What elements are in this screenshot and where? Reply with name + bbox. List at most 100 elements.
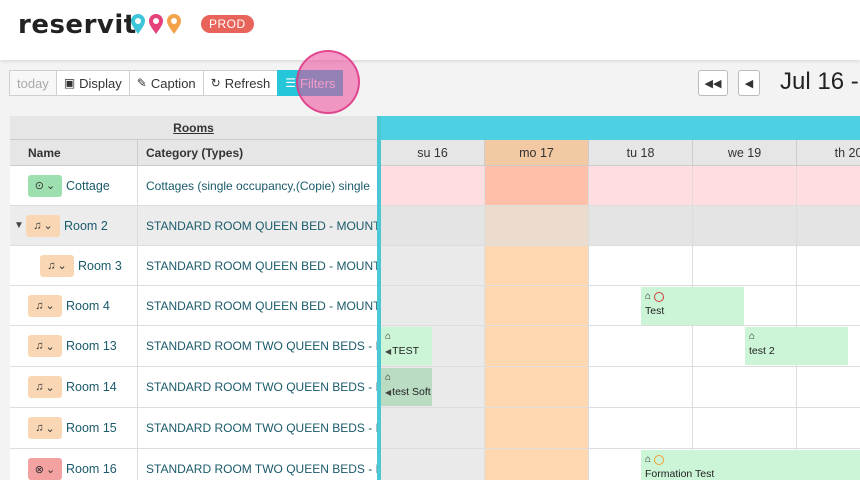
- room-status-toggle[interactable]: ⊙ ⌄: [28, 174, 62, 197]
- booking-block[interactable]: ⌂ ◀TEST: [381, 327, 432, 365]
- chevron-down-icon: ⌄: [45, 381, 55, 394]
- booking-block[interactable]: ⌂ ◀test Soft: [381, 368, 432, 406]
- booking-block[interactable]: ⌂ Formation Test: [641, 450, 860, 480]
- room-name[interactable]: Room 16: [66, 462, 117, 476]
- chevron-down-icon: ⌄: [45, 300, 55, 312]
- booking-label: test Soft: [392, 386, 431, 398]
- room-category: STANDARD ROOM TWO QUEEN BEDS - MOUNTAIN: [146, 421, 378, 435]
- room-name[interactable]: Room 15: [66, 421, 117, 435]
- grid-cell[interactable]: [797, 408, 860, 448]
- grid-cell[interactable]: [381, 449, 485, 480]
- booking-icons: ⌂: [645, 290, 740, 303]
- room-status-toggle[interactable]: ♫ ⌄: [28, 335, 62, 357]
- chevron-down-icon: ⌄: [46, 463, 56, 476]
- grid-cell[interactable]: [485, 326, 589, 366]
- grid-cell[interactable]: [797, 206, 860, 245]
- expand-triangle-icon[interactable]: ▼: [14, 220, 26, 231]
- caption-button[interactable]: ✎ Caption: [128, 70, 204, 96]
- room-status-toggle[interactable]: ♫ ⌄: [26, 214, 60, 237]
- grid-cell[interactable]: [485, 408, 589, 448]
- booking-block[interactable]: ⌂ Test: [641, 287, 744, 325]
- grid-row: [381, 206, 860, 246]
- room-name[interactable]: Room 4: [66, 299, 110, 313]
- grid-cell[interactable]: [797, 246, 860, 285]
- room-row[interactable]: ♫ ⌄ Room 13 STANDARD ROOM TWO QUEEN BEDS …: [10, 326, 378, 367]
- name-column-header[interactable]: Name: [10, 140, 138, 165]
- booking-block[interactable]: ⌂ test 2: [745, 327, 848, 365]
- grid-cell[interactable]: [485, 246, 589, 285]
- grid-cell[interactable]: [381, 206, 485, 245]
- grid-cell[interactable]: [589, 206, 693, 245]
- room-name[interactable]: Room 2: [64, 219, 108, 233]
- edit-icon: ✎: [136, 76, 147, 90]
- room-row[interactable]: ⊗ ⌄ Room 16 STANDARD ROOM TWO QUEEN BEDS …: [10, 449, 378, 480]
- grid-cell[interactable]: [485, 449, 589, 480]
- grid-cell[interactable]: [797, 286, 860, 325]
- room-row[interactable]: ♫ ⌄ Room 4 STANDARD ROOM QUEEN BED - MOUN…: [10, 286, 378, 326]
- grid-cell[interactable]: [693, 408, 797, 448]
- category-column-header[interactable]: Category (Types): [138, 140, 378, 165]
- previous-day-button[interactable]: ◀: [738, 70, 760, 96]
- day-header[interactable]: tu 18: [589, 140, 693, 165]
- grid-row: [381, 246, 860, 286]
- grid-cell[interactable]: [381, 166, 485, 205]
- grid-cell[interactable]: [381, 246, 485, 285]
- booking-label-row: ◀test Soft: [385, 386, 431, 398]
- display-label: Display: [79, 75, 122, 91]
- previous-week-button[interactable]: ◀◀: [698, 70, 728, 96]
- room-status-toggle[interactable]: ⊗ ⌄: [28, 458, 62, 480]
- room-row[interactable]: ♫ ⌄ Room 14 STANDARD ROOM TWO QUEEN BEDS …: [10, 367, 378, 408]
- grid-cell[interactable]: [485, 286, 589, 325]
- room-name[interactable]: Cottage: [66, 179, 110, 193]
- rooms-header-link[interactable]: Rooms: [173, 121, 214, 135]
- room-status-toggle[interactable]: ♫ ⌄: [28, 417, 62, 439]
- room-row[interactable]: ♫ ⌄ Room 15 STANDARD ROOM TWO QUEEN BEDS …: [10, 408, 378, 449]
- app-header: reservit PROD: [0, 0, 860, 60]
- grid-cell[interactable]: [381, 286, 485, 325]
- partial-payment-circle-icon: [654, 454, 665, 465]
- grid-cell[interactable]: [693, 206, 797, 245]
- grid-cell[interactable]: [589, 166, 693, 205]
- grid-cell[interactable]: [485, 166, 589, 205]
- check-circle-icon: ⊙: [34, 180, 44, 192]
- day-header[interactable]: su 16: [381, 140, 485, 165]
- filters-button[interactable]: ☰ Filters: [277, 70, 344, 96]
- room-name-cell: ♫ ⌄ Room 13: [10, 326, 138, 366]
- day-header[interactable]: th 20: [797, 140, 860, 165]
- chevron-down-icon: ⌄: [57, 260, 67, 272]
- grid-cell[interactable]: [693, 166, 797, 205]
- today-button[interactable]: today: [9, 70, 57, 96]
- day-header[interactable]: we 19: [693, 140, 797, 165]
- grid-cell[interactable]: [693, 246, 797, 285]
- room-row[interactable]: ⊙ ⌄ Cottage Cottages (single occupancy,(C…: [10, 166, 378, 206]
- room-status-toggle[interactable]: ♫ ⌄: [40, 254, 74, 277]
- grid-cell[interactable]: [797, 166, 860, 205]
- room-name[interactable]: Room 14: [66, 380, 117, 394]
- room-status-toggle[interactable]: ♫ ⌄: [28, 376, 62, 398]
- room-status-toggle[interactable]: ♫ ⌄: [28, 294, 62, 317]
- day-header-today[interactable]: mo 17: [485, 140, 589, 165]
- grid-cell[interactable]: [589, 408, 693, 448]
- room-name[interactable]: Room 3: [78, 259, 122, 273]
- display-button[interactable]: ▣ Display: [55, 70, 130, 96]
- room-row[interactable]: ▼ ♫ ⌄ Room 2 STANDARD ROOM QUEEN BED - MO…: [10, 206, 378, 246]
- grid-cell[interactable]: [589, 246, 693, 285]
- refresh-button[interactable]: ↻ Refresh: [202, 70, 279, 96]
- app-logo[interactable]: reservit: [18, 10, 137, 40]
- grid-cell[interactable]: [797, 367, 860, 407]
- grid-cell[interactable]: [589, 326, 693, 366]
- bell-icon: ⌂: [385, 331, 392, 342]
- grid-cell[interactable]: [485, 206, 589, 245]
- chevron-down-icon: ⌄: [45, 340, 55, 353]
- room-row[interactable]: ♫ ⌄ Room 3 STANDARD ROOM QUEEN BED - MOUN…: [10, 246, 378, 286]
- grid-cell[interactable]: [485, 367, 589, 407]
- grid-row: [381, 166, 860, 206]
- grid-cell[interactable]: [589, 367, 693, 407]
- rooms-panel: Rooms Name Category (Types) ⊙ ⌄ Cottage C…: [10, 116, 378, 480]
- room-name[interactable]: Room 13: [66, 339, 117, 353]
- booking-label: Formation Test: [645, 468, 715, 480]
- map-pin-orange-icon: [166, 13, 182, 35]
- grid-cell[interactable]: [381, 408, 485, 448]
- double-chevron-left-icon: ◀◀: [704, 77, 722, 90]
- grid-cell[interactable]: [693, 367, 797, 407]
